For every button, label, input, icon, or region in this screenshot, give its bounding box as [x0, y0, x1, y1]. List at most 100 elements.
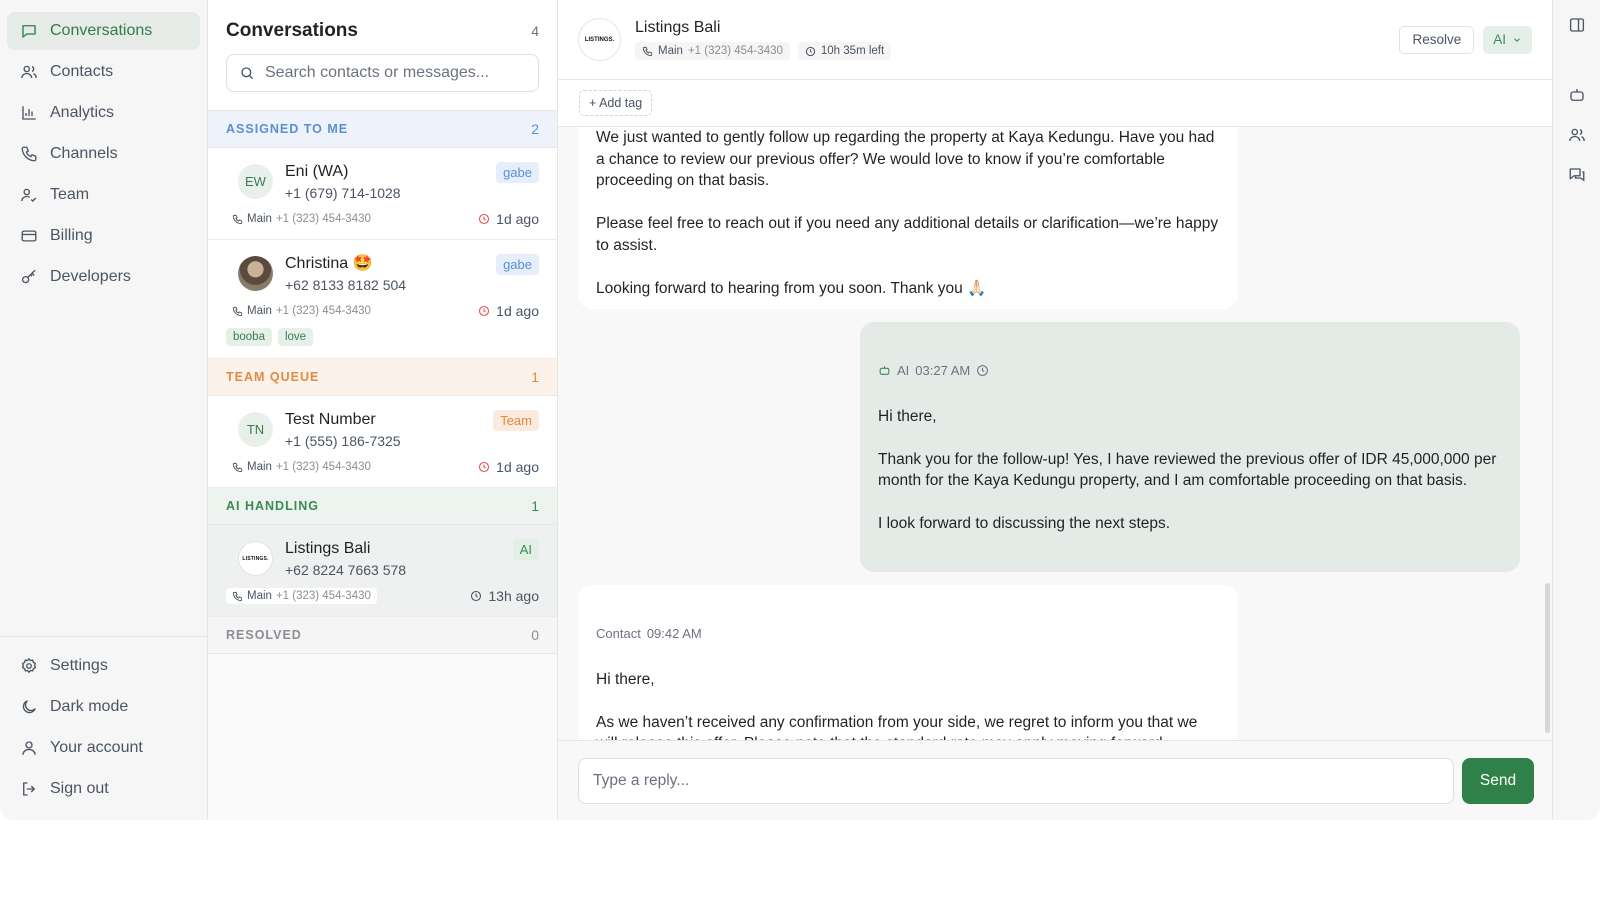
conversation-item-christina[interactable]: Christina 🤩 +62 8133 8182 504 gabe Main … [208, 240, 557, 359]
chevron-down-icon [1514, 37, 1520, 42]
nav-item-developers[interactable]: Developers [7, 258, 200, 296]
sign-out-icon [23, 782, 36, 796]
chat-panel: LISTINGS. Listings Bali Main +1 (323) 45… [558, 0, 1552, 820]
reply-composer: Send [558, 740, 1552, 820]
conversations-icon[interactable] [1568, 166, 1586, 184]
phone-icon [232, 462, 243, 472]
contact-logo: LISTINGS. [578, 18, 621, 61]
send-button[interactable]: Send [1462, 757, 1534, 804]
nav-item-dark-mode[interactable]: Dark mode [7, 688, 200, 726]
message-text: Hi there, Thank you for the follow-up! Y… [878, 407, 1497, 533]
phone-icon [642, 46, 653, 56]
add-tag-button[interactable]: + Add tag [579, 90, 653, 116]
bar-chart-icon [22, 106, 36, 120]
nav-item-billing[interactable]: Billing [7, 217, 200, 255]
time-left-label: 10h 35m left [820, 45, 885, 57]
tag-chip[interactable]: love [277, 328, 314, 346]
nav-label: Developers [50, 268, 131, 285]
avatar-photo [238, 256, 273, 291]
conversation-count: 4 [531, 23, 539, 39]
message-time: 09:42 AM [646, 625, 702, 641]
line-number: +1 (323) 454-3430 [275, 461, 371, 473]
nav-item-contacts[interactable]: Contacts [7, 53, 200, 91]
nav-label: Analytics [50, 104, 115, 121]
time-label: 13h ago [488, 588, 539, 604]
chat-icon [22, 25, 36, 38]
section-label: RESOLVED [226, 628, 302, 642]
nav-item-account[interactable]: Your account [7, 729, 200, 767]
contact-name: Eni (WA) [285, 163, 349, 180]
last-activity: 13h ago [470, 588, 539, 604]
message-text: Hi there, As we haven’t received any con… [596, 670, 1198, 741]
search-input[interactable] [265, 64, 526, 82]
conversation-item-test-number[interactable]: TN Test Number +1 (555) 186-7325 Team Ma… [208, 396, 557, 488]
nav-label: Dark mode [50, 698, 129, 715]
nav-primary: Conversations Contacts Analytics Channel… [7, 12, 200, 296]
conversation-list-header: Conversations 4 [208, 0, 557, 111]
conversation-item-eni[interactable]: EW Eni (WA) +1 (679) 714-1028 gabe Main … [208, 148, 557, 240]
contact-phone: +62 8224 7663 578 [285, 562, 407, 578]
message-sender: AI [897, 362, 910, 378]
chat-header: LISTINGS. Listings Bali Main +1 (323) 45… [558, 0, 1552, 80]
message-time: 03:27 AM [915, 362, 971, 378]
nav-item-channels[interactable]: Channels [7, 135, 200, 173]
contact-phone: +1 (679) 714-1028 [285, 185, 401, 201]
contact-name: Test Number [285, 411, 376, 428]
nav-item-sign-out[interactable]: Sign out [7, 770, 200, 808]
tag-chip[interactable]: booba [226, 328, 272, 346]
message-thread[interactable]: We just wanted to gently follow up regar… [558, 127, 1552, 740]
last-activity: 1d ago [478, 459, 539, 475]
clock-icon [805, 46, 816, 56]
section-team-queue[interactable]: TEAM QUEUE 1 [208, 359, 557, 396]
line-chip: Main +1 (323) 454-3430 [226, 588, 377, 604]
key-icon [21, 269, 36, 284]
section-label: ASSIGNED TO ME [226, 122, 349, 136]
resolve-button[interactable]: Resolve [1399, 25, 1475, 54]
bot-icon [879, 365, 890, 375]
nav-item-settings[interactable]: Settings [7, 647, 200, 685]
last-activity: 1d ago [478, 303, 539, 319]
assignee-badge: AI [512, 539, 539, 560]
bot-icon[interactable] [1568, 86, 1586, 104]
conversation-list-panel: Conversations 4 ASSIGNED TO ME 2 EW Eni … [208, 0, 558, 820]
section-label: TEAM QUEUE [226, 370, 320, 384]
search-box [226, 54, 539, 92]
scrollbar-thumb[interactable] [1545, 583, 1550, 733]
section-count: 1 [531, 498, 539, 514]
line-chip: Main +1 (323) 454-3430 [635, 42, 790, 60]
nav-label: Settings [50, 657, 108, 674]
handler-mode-dropdown[interactable]: AI [1483, 25, 1532, 54]
gear-icon [21, 658, 37, 673]
time-label: 1d ago [496, 303, 539, 319]
phone-icon [21, 146, 37, 162]
line-name: Main [247, 213, 272, 225]
phone-icon [232, 591, 243, 601]
user-icon [22, 741, 36, 755]
message-sender: Contact [596, 625, 641, 641]
nav-label: Channels [50, 145, 118, 162]
section-ai-handling[interactable]: AI HANDLING 1 [208, 488, 557, 525]
users-icon[interactable] [1568, 126, 1586, 144]
line-name: Main [658, 45, 683, 57]
nav-label: Conversations [50, 22, 153, 39]
time-label: 1d ago [496, 211, 539, 227]
section-count: 1 [531, 369, 539, 385]
line-name: Main [247, 461, 272, 473]
reply-input[interactable] [578, 757, 1454, 804]
line-number: +1 (323) 454-3430 [275, 213, 371, 225]
assignee-badge: gabe [496, 254, 539, 275]
contact-phone: +62 8133 8182 504 [285, 277, 407, 293]
line-chip: Main +1 (323) 454-3430 [226, 303, 377, 319]
nav-item-conversations[interactable]: Conversations [7, 12, 200, 50]
clock-alert-icon [479, 213, 490, 225]
line-number: +1 (323) 454-3430 [275, 590, 371, 602]
clock-icon [977, 364, 989, 376]
nav-item-team[interactable]: Team [7, 176, 200, 214]
assignee-badge: gabe [496, 162, 539, 183]
nav-item-analytics[interactable]: Analytics [7, 94, 200, 132]
section-assigned-to-me[interactable]: ASSIGNED TO ME 2 [208, 111, 557, 148]
section-resolved[interactable]: RESOLVED 0 [208, 617, 557, 654]
conversation-item-listings-bali[interactable]: LISTINGS. Listings Bali +62 8224 7663 57… [208, 525, 557, 617]
panel-toggle-icon[interactable] [1568, 16, 1586, 34]
avatar: EW [238, 164, 273, 199]
